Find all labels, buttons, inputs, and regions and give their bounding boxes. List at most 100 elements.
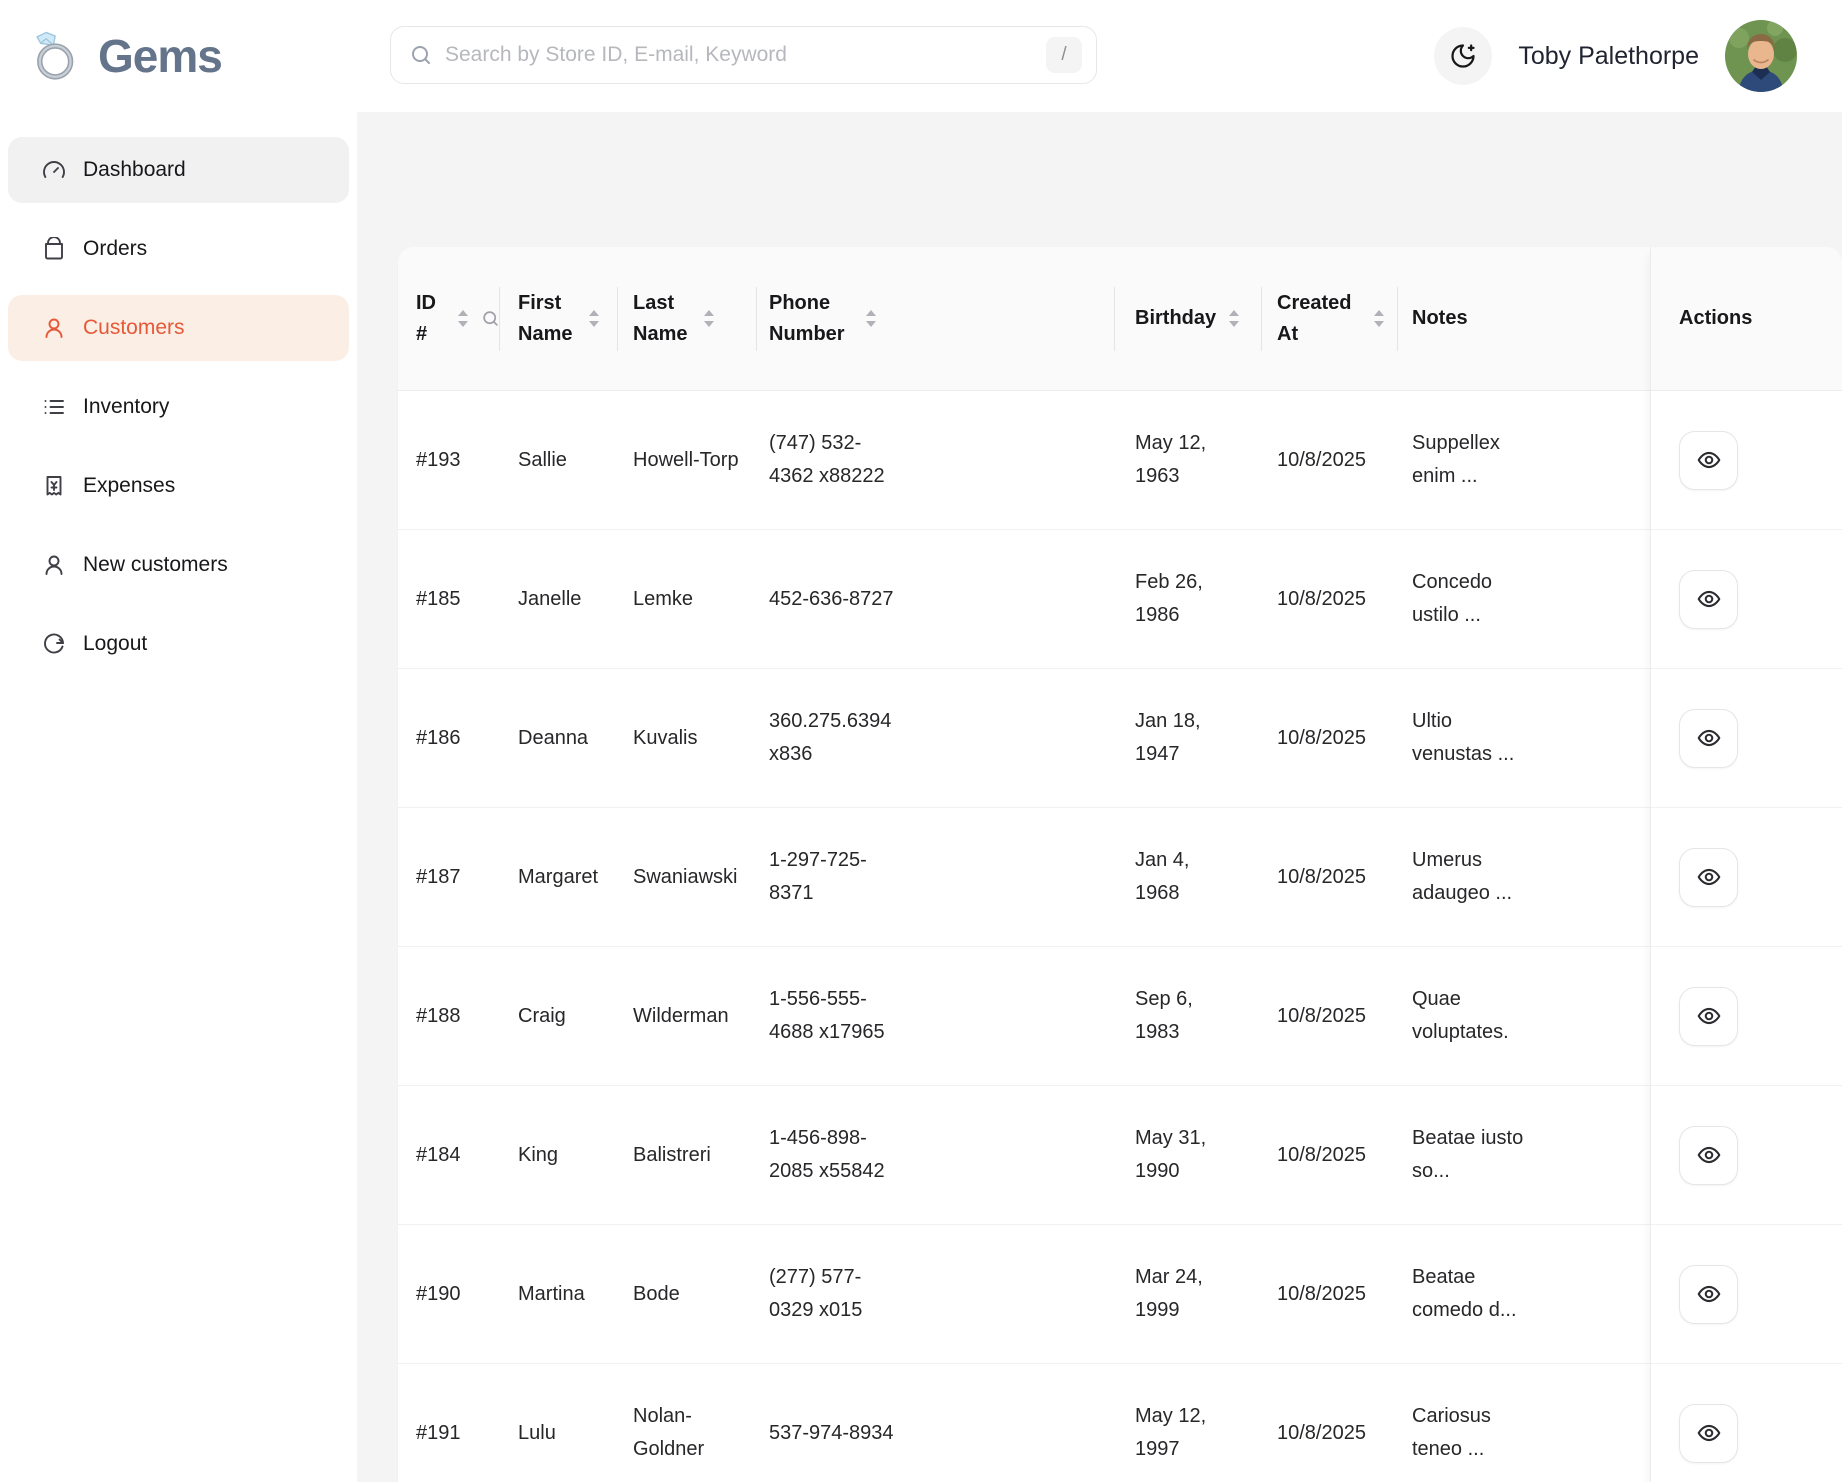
sidebar-item-new-customers[interactable]: New customers [8,532,349,598]
cell-birthday: Sep 6, 1983 [1115,947,1262,1085]
cell-birthday: Mar 24, 1999 [1115,1225,1262,1363]
eye-icon [1696,725,1722,751]
cell-actions [1651,1086,1842,1225]
cell-birthday: May 12, 1963 [1115,391,1262,529]
table-row: #185 Janelle Lemke 452-636-8727 Feb 26, … [398,530,1842,669]
column-header-last-name[interactable]: Last Name [618,247,757,390]
theme-toggle-button[interactable] [1434,27,1492,85]
sidebar-item-label: Inventory [83,395,169,419]
sidebar-item-label: Customers [83,316,185,340]
sidebar-item-expenses[interactable]: Expenses [8,453,349,519]
user-round-icon [42,553,66,577]
sidebar-item-label: Logout [83,632,147,656]
cell-last-name: Kuvalis [618,669,757,807]
sidebar: Dashboard Orders Customers Inventory [0,112,357,1482]
column-header-phone[interactable]: Phone Number [757,247,1115,390]
sort-icon[interactable] [1228,309,1240,328]
topbar: Gems / Toby Palethorpe [0,0,1842,112]
cell-actions [1651,808,1842,947]
cell-first-name: Sallie [500,391,618,529]
cell-phone: 537-974-8934 [757,1364,1115,1482]
search-icon [409,43,433,67]
cell-first-name: King [500,1086,618,1224]
cell-birthday: Jan 18, 1947 [1115,669,1262,807]
sort-icon[interactable] [1373,309,1385,328]
cell-first-name: Janelle [500,530,618,668]
sidebar-item-dashboard[interactable]: Dashboard [8,137,349,203]
cell-phone: 1-456-898-2085 x55842 [757,1086,1115,1224]
table-row: #190 Martina Bode (277) 577-0329 x015 Ma… [398,1225,1842,1364]
column-header-created-at[interactable]: Created At [1262,247,1398,390]
user-round-icon [42,316,66,340]
cell-birthday: Feb 26, 1986 [1115,530,1262,668]
cell-created-at: 10/8/2025 [1262,808,1398,946]
cell-actions [1651,1364,1842,1482]
user-name: Toby Palethorpe [1518,42,1699,71]
brand-logo[interactable]: Gems [28,0,222,112]
cell-first-name: Margaret [500,808,618,946]
cell-last-name: Swaniawski [618,808,757,946]
view-customer-button[interactable] [1679,1404,1738,1463]
avatar[interactable] [1725,20,1797,92]
cell-id: #190 [398,1225,500,1363]
cell-phone: 360.275.6394 x836 [757,669,1115,807]
receipt-yen-icon [42,474,66,498]
cell-id: #185 [398,530,500,668]
sort-icon[interactable] [865,309,877,328]
sort-icon[interactable] [457,309,469,328]
view-customer-button[interactable] [1679,431,1738,490]
sidebar-item-orders[interactable]: Orders [8,216,349,282]
cell-actions [1651,669,1842,808]
eye-icon [1696,1420,1722,1446]
brand-name: Gems [98,29,222,83]
sidebar-item-inventory[interactable]: Inventory [8,374,349,440]
view-customer-button[interactable] [1679,848,1738,907]
column-header-first-name[interactable]: First Name [500,247,618,390]
search-shortcut-badge: / [1046,37,1082,73]
actions-column: Actions [1650,247,1842,1482]
sidebar-item-customers[interactable]: Customers [8,295,349,361]
cell-phone: 1-556-555-4688 x17965 [757,947,1115,1085]
cell-created-at: 10/8/2025 [1262,530,1398,668]
view-customer-button[interactable] [1679,1265,1738,1324]
global-search-input[interactable] [445,43,1046,67]
cell-id: #186 [398,669,500,807]
eye-icon [1696,586,1722,612]
table-row: #193 Sallie Howell-Torp (747) 532-4362 x… [398,391,1842,530]
gauge-icon [42,158,66,182]
cell-birthday: Jan 4, 1968 [1115,808,1262,946]
table-row: #191 Lulu Nolan-Goldner 537-974-8934 May… [398,1364,1842,1482]
column-search-icon[interactable] [481,309,500,328]
sidebar-item-label: Dashboard [83,158,186,182]
cell-created-at: 10/8/2025 [1262,947,1398,1085]
sort-icon[interactable] [588,309,600,328]
cell-phone: (277) 577-0329 x015 [757,1225,1115,1363]
column-header-id[interactable]: ID # [398,247,500,390]
cell-phone: 1-297-725-8371 [757,808,1115,946]
cell-first-name: Lulu [500,1364,618,1482]
table-row: #186 Deanna Kuvalis 360.275.6394 x836 Ja… [398,669,1842,808]
cell-id: #184 [398,1086,500,1224]
eye-icon [1696,1142,1722,1168]
cell-id: #191 [398,1364,500,1482]
cell-id: #193 [398,391,500,529]
sidebar-item-label: Orders [83,237,147,261]
view-customer-button[interactable] [1679,987,1738,1046]
list-icon [42,395,66,419]
cell-actions [1651,1225,1842,1364]
view-customer-button[interactable] [1679,1126,1738,1185]
cell-phone: (747) 532-4362 x88222 [757,391,1115,529]
view-customer-button[interactable] [1679,570,1738,629]
column-header-actions: Actions [1651,247,1842,391]
cell-created-at: 10/8/2025 [1262,391,1398,529]
table-row: #188 Craig Wilderman 1-556-555-4688 x179… [398,947,1842,1086]
main-content: Customers Export [357,112,1842,1482]
sort-icon[interactable] [703,309,715,328]
cell-last-name: Bode [618,1225,757,1363]
table-row: #184 King Balistreri 1-456-898-2085 x558… [398,1086,1842,1225]
sidebar-item-logout[interactable]: Logout [8,611,349,677]
cell-last-name: Wilderman [618,947,757,1085]
view-customer-button[interactable] [1679,709,1738,768]
column-header-birthday[interactable]: Birthday [1115,247,1262,390]
cell-phone: 452-636-8727 [757,530,1115,668]
